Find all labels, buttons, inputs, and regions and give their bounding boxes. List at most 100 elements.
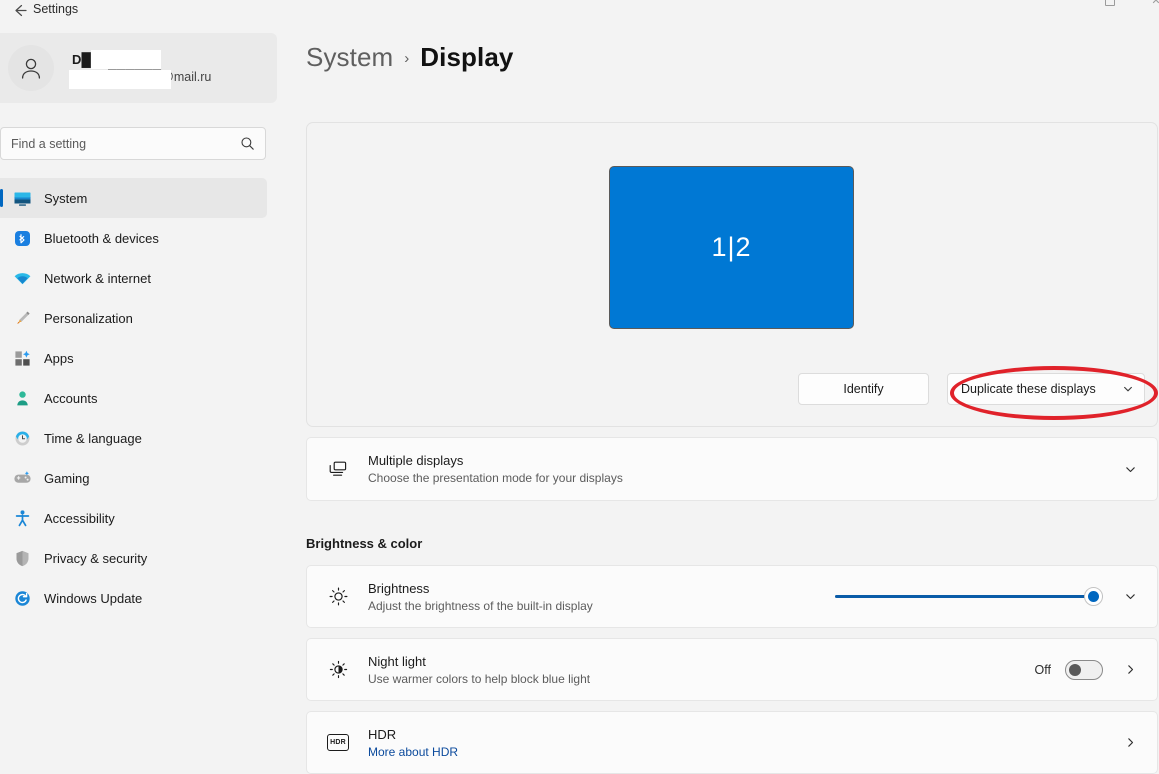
user-profile-card[interactable]: D██████s ██████@mail.ru (0, 33, 277, 103)
paintbrush-icon (11, 307, 33, 329)
sidebar-item-label: Time & language (44, 430, 142, 446)
sidebar-item-label: Bluetooth & devices (44, 230, 159, 246)
row-night-light[interactable]: Night light Use warmer colors to help bl… (306, 638, 1158, 701)
main-content: System › Display Select a display to cha… (290, 28, 1159, 774)
back-arrow-icon[interactable] (6, 0, 32, 23)
row-title: Brightness (368, 580, 430, 596)
row-title: Multiple displays (368, 453, 464, 468)
avatar (8, 45, 54, 91)
chevron-down-icon[interactable] (1117, 456, 1143, 482)
gamepad-icon (11, 467, 33, 489)
slider-fill (835, 595, 1103, 598)
window-title: Settings (33, 2, 79, 16)
accessibility-icon (11, 507, 33, 529)
sidebar-item-label: Network & internet (44, 270, 151, 286)
redaction-box-name (91, 50, 161, 69)
brightness-icon (324, 583, 352, 611)
sidebar-item-label: Windows Update (44, 590, 143, 606)
night-light-icon (324, 656, 352, 684)
breadcrumb-parent[interactable]: System (306, 42, 393, 73)
row-subtitle: Choose the presentation mode for your di… (368, 471, 623, 485)
row-title: Night light (368, 653, 426, 669)
chevron-right-icon[interactable] (1117, 657, 1143, 683)
sidebar-item-time-language[interactable]: Time & language (0, 418, 267, 458)
apps-icon (11, 347, 33, 369)
night-light-toggle-state: Off (1034, 662, 1051, 677)
row-text: Night light Use warmer colors to help bl… (368, 654, 1035, 686)
profile-text: D██████s ██████@mail.ru (69, 50, 211, 89)
identify-button-label: Identify (843, 382, 884, 396)
chevron-right-icon[interactable] (1117, 730, 1143, 756)
row-right (1117, 730, 1143, 756)
night-light-toggle[interactable] (1065, 659, 1103, 680)
sidebar-item-gaming[interactable]: Gaming (0, 458, 267, 498)
sidebar: D██████s ██████@mail.ru (0, 28, 290, 774)
row-right: Off (1035, 657, 1143, 683)
display-monitor-label: 1|2 (711, 232, 752, 262)
sidebar-item-label: Personalization (44, 310, 133, 326)
update-icon (11, 587, 33, 609)
row-subtitle: Use warmer colors to help block blue lig… (368, 671, 591, 686)
sidebar-item-label: Accounts (44, 390, 98, 406)
slider-thumb-dot (1088, 591, 1099, 602)
sidebar-item-label: System (44, 190, 88, 206)
row-text: Brightness Adjust the brightness of the … (368, 581, 835, 613)
account-icon (11, 387, 33, 409)
display-mode-dropdown[interactable]: Duplicate these displays (947, 373, 1145, 405)
sidebar-item-label: Accessibility (44, 510, 115, 526)
hdr-badge: HDR (327, 734, 349, 751)
row-text: Multiple displays Choose the presentatio… (368, 453, 1117, 485)
breadcrumb-separator-icon: › (404, 50, 410, 67)
row-right (835, 584, 1143, 610)
display-monitor-1[interactable]: 1|2 (609, 166, 854, 329)
sidebar-item-network-internet[interactable]: Network & internet (0, 258, 267, 298)
bluetooth-icon (11, 227, 33, 249)
sidebar-item-windows-update[interactable]: Windows Update (0, 578, 267, 618)
sidebar-item-bluetooth-devices[interactable]: Bluetooth & devices (0, 218, 267, 258)
hdr-icon: HDR (324, 729, 352, 757)
monitor-icon (11, 187, 33, 209)
sidebar-item-accessibility[interactable]: Accessibility (0, 498, 267, 538)
multiple-displays-icon (324, 455, 352, 483)
sidebar-item-personalization[interactable]: Personalization (0, 298, 267, 338)
sidebar-item-label: Apps (44, 350, 74, 366)
redaction-box-email (69, 70, 171, 89)
sidebar-item-privacy-security[interactable]: Privacy & security (0, 538, 267, 578)
sidebar-item-label: Privacy & security (44, 550, 148, 566)
toggle-knob (1069, 663, 1081, 676)
display-mode-dropdown-label: Duplicate these displays (961, 382, 1096, 396)
breadcrumb: System › Display (306, 42, 513, 73)
close-icon[interactable]: ✕ (1133, 0, 1159, 14)
row-right (1117, 456, 1143, 482)
chevron-down-icon[interactable] (1117, 584, 1143, 610)
brightness-slider[interactable] (835, 587, 1103, 607)
search-box[interactable] (0, 127, 266, 160)
shield-icon (11, 547, 33, 569)
settings-window: Settings ✕ D██████s ██████@mail.ru (0, 0, 1159, 774)
maximize-icon[interactable] (1087, 0, 1133, 14)
section-heading-brightness-color: Brightness & color (306, 536, 423, 551)
row-text: HDR More about HDR (368, 727, 1117, 759)
search-input[interactable] (1, 136, 240, 151)
row-hdr[interactable]: HDR HDR More about HDR (306, 711, 1158, 774)
row-brightness[interactable]: Brightness Adjust the brightness of the … (306, 565, 1158, 628)
display-actions: Identify Duplicate these displays (307, 372, 1159, 406)
row-title: HDR (368, 726, 397, 742)
slider-thumb[interactable] (1084, 587, 1103, 606)
sidebar-item-system[interactable]: System (0, 178, 267, 218)
title-bar: Settings ✕ (0, 0, 1159, 28)
more-about-hdr-link[interactable]: More about HDR (368, 745, 1117, 759)
identify-button[interactable]: Identify (798, 373, 929, 405)
sidebar-item-apps[interactable]: Apps (0, 338, 267, 378)
search-icon (240, 136, 255, 151)
clock-icon (11, 427, 33, 449)
sidebar-item-accounts[interactable]: Accounts (0, 378, 267, 418)
row-subtitle: Adjust the brightness of the built-in di… (368, 598, 593, 613)
page-title: Display (420, 42, 514, 72)
sidebar-item-label: Gaming (44, 470, 90, 486)
row-multiple-displays[interactable]: Multiple displays Choose the presentatio… (306, 437, 1158, 501)
chevron-down-icon (1122, 383, 1134, 395)
sidebar-nav: System Bluetooth & devices Network & int… (0, 178, 290, 618)
wifi-icon (11, 267, 33, 289)
display-preview-panel: 1|2 Identify Duplicate these displays (306, 122, 1158, 427)
